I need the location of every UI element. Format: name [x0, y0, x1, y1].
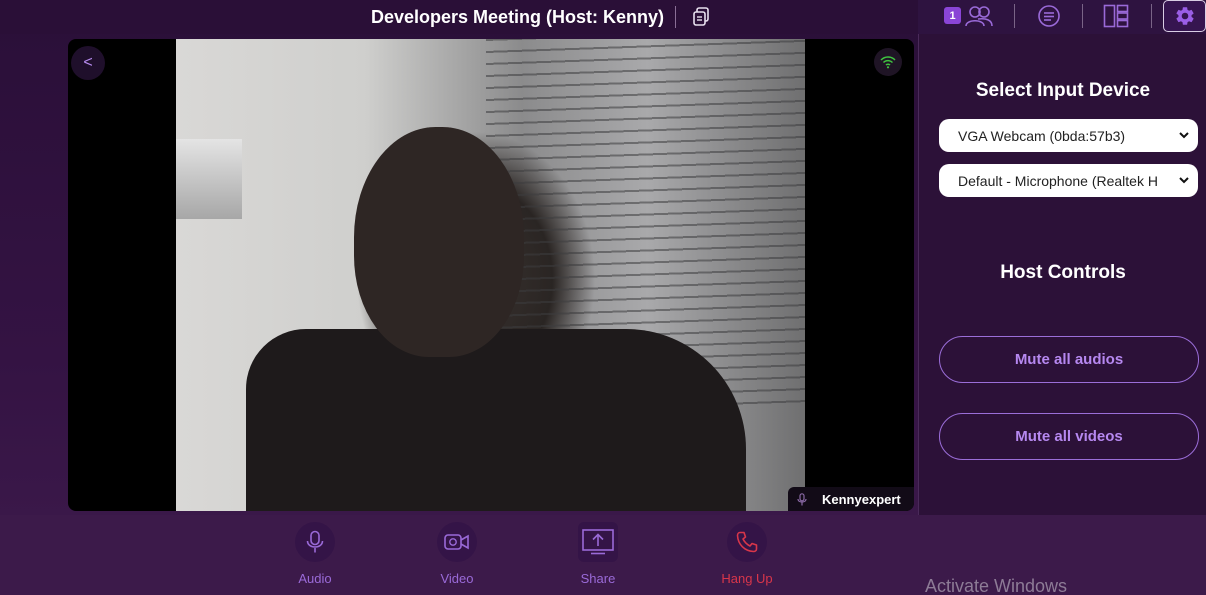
copy-icon: [693, 7, 709, 26]
video-label: Video: [440, 571, 474, 586]
camera-select[interactable]: VGA Webcam (0bda:57b3): [939, 119, 1198, 152]
gear-icon: [1175, 7, 1194, 25]
bottom-controls-bar: Audio Video Share Hang Up Activate Windo…: [0, 515, 1206, 595]
microphone-select-value: Default - Microphone (Realtek H: [958, 172, 1158, 189]
camera-select-value: VGA Webcam (0bda:57b3): [958, 127, 1126, 144]
audio-icon-circle: [295, 522, 335, 562]
copy-link-button[interactable]: [691, 6, 711, 28]
phone-icon: [736, 531, 758, 553]
share-icon-circle: [578, 522, 618, 562]
hang-up-label: Hang Up: [721, 571, 773, 586]
video-icon: [444, 534, 469, 550]
participant-body: [246, 329, 746, 511]
microphone-select[interactable]: Default - Microphone (Realtek H: [939, 164, 1198, 197]
participant-name: Kennyexpert: [822, 491, 901, 507]
participants-icon: [965, 6, 993, 27]
host-controls-heading: Host Controls: [1000, 262, 1126, 283]
settings-panel: Select Input Device VGA Webcam (0bda:57b…: [918, 34, 1206, 515]
video-button[interactable]: Video: [417, 522, 497, 592]
background-air-conditioner: [176, 139, 242, 219]
chat-button[interactable]: [1033, 0, 1065, 32]
audio-button[interactable]: Audio: [275, 522, 355, 592]
layout-icon: [1103, 4, 1129, 28]
participant-head: [354, 127, 524, 357]
hang-up-icon-circle: [727, 522, 767, 562]
participant-count-badge: 1: [944, 7, 961, 24]
mic-icon: [306, 530, 324, 553]
hang-up-button[interactable]: Hang Up: [707, 522, 787, 592]
meeting-title: Developers Meeting (Host: Kenny): [371, 6, 665, 27]
chat-icon: [1038, 5, 1060, 27]
video-icon-circle: [437, 522, 477, 562]
chevron-down-icon: [1179, 132, 1189, 139]
layout-button[interactable]: [1101, 0, 1131, 32]
toolbar-divider: [1151, 4, 1152, 28]
collapse-button[interactable]: <: [71, 46, 105, 80]
audio-label: Audio: [298, 571, 332, 586]
top-bar: Developers Meeting (Host: Kenny) 1: [0, 0, 1206, 34]
video-feed: [176, 39, 805, 511]
participant-name-tag: Kennyexpert: [788, 487, 914, 511]
main-video-tile: < Kennyexpert: [68, 39, 914, 511]
title-area: Developers Meeting (Host: Kenny): [371, 0, 711, 34]
chevron-down-icon: [1179, 177, 1189, 184]
toolbar-divider: [1082, 4, 1083, 28]
mic-icon: [797, 492, 807, 505]
share-icon: [582, 529, 614, 555]
activate-windows-watermark: Activate Windows: [925, 576, 1068, 595]
share-label: Share: [580, 571, 616, 586]
participant-mic-status: [794, 491, 810, 507]
title-divider: [675, 6, 677, 28]
toolbar-divider: [1014, 4, 1015, 28]
mute-all-videos-button[interactable]: Mute all videos: [939, 413, 1199, 460]
top-toolbar: 1: [918, 0, 1206, 34]
participants-button[interactable]: 1: [928, 0, 1008, 32]
settings-button[interactable]: [1163, 0, 1206, 32]
input-device-heading: Select Input Device: [975, 80, 1151, 101]
share-button[interactable]: Share: [558, 522, 638, 592]
signal-icon: [880, 56, 896, 69]
network-signal: [874, 48, 902, 76]
mute-all-audios-button[interactable]: Mute all audios: [939, 336, 1199, 383]
